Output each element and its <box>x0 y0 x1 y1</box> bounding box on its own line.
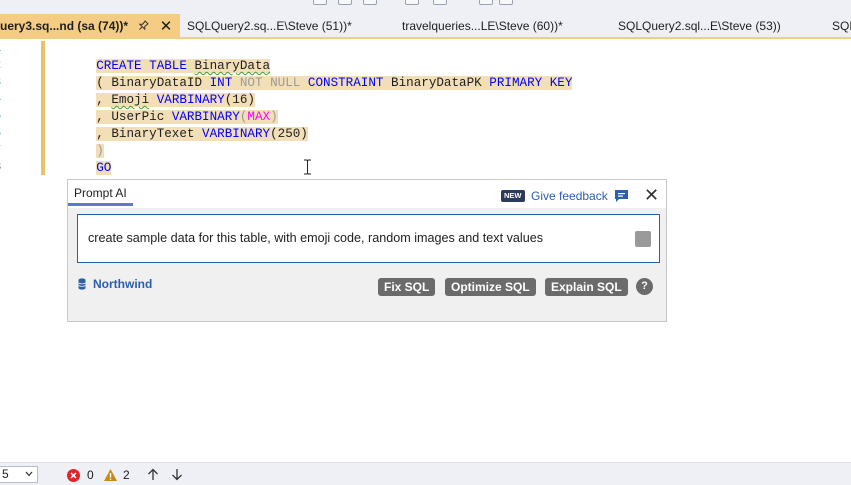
tab-label: SQLQuery2.sql...E\Steve (53)) <box>618 19 781 33</box>
feedback-icon[interactable] <box>614 189 629 203</box>
help-icon[interactable]: ? <box>636 278 653 295</box>
warning-icon[interactable] <box>103 468 118 482</box>
arrow-up-icon[interactable] <box>147 468 159 481</box>
tab-sqlquery2-51[interactable]: SQLQuery2.sq...E\Steve (51))* <box>187 14 387 39</box>
keyword: VARBINARY <box>202 127 271 141</box>
tab-label: SQLQuery2.sq...E\Steve (51))* <box>187 19 352 33</box>
code-line-6[interactable]: ) <box>66 126 104 158</box>
toolbar-strip <box>0 0 851 14</box>
code-text: BinaryDataPK <box>383 76 490 90</box>
tab-label: SQL <box>832 19 851 33</box>
line-number-current: 8 <box>0 160 4 174</box>
status-bar: 5 0 2 <box>0 462 851 485</box>
change-marker-bar <box>41 41 45 175</box>
line-number: 1 <box>0 41 4 55</box>
prompt-ai-panel: Prompt AI NEW Give feedback ✕ create sam… <box>67 179 667 322</box>
tab-label: uery3.sq...nd (sa (74))* <box>0 19 129 33</box>
tab-sqlquery2-53[interactable]: SQLQuery2.sql...E\Steve (53)) <box>618 14 818 39</box>
keyword: CONSTRAINT <box>307 76 384 90</box>
new-badge: NEW <box>501 190 525 202</box>
tab-active-query[interactable]: uery3.sq...nd (sa (74))* ✕ <box>0 14 180 39</box>
error-icon[interactable] <box>67 469 80 482</box>
text-cursor-icon <box>304 159 311 175</box>
warning-count: 2 <box>123 468 130 482</box>
line-number: 5 <box>0 109 4 123</box>
toolbar-button[interactable] <box>405 0 419 5</box>
toolbar-button[interactable] <box>313 0 327 5</box>
code-line-7[interactable]: GO <box>66 143 112 175</box>
prompt-ai-header: Prompt AI NEW Give feedback ✕ <box>68 180 666 207</box>
toolbar-button[interactable] <box>499 0 513 5</box>
arrow-down-icon[interactable] <box>171 468 183 481</box>
prompt-input[interactable]: create sample data for this table, with … <box>77 214 660 263</box>
stop-icon[interactable] <box>635 231 651 247</box>
zoom-value: 5 <box>2 467 9 481</box>
document-tab-bar: uery3.sq...nd (sa (74))* ✕ SQLQuery2.sq.… <box>0 14 851 39</box>
pin-icon[interactable] <box>136 14 150 39</box>
chevron-down-icon <box>25 471 33 477</box>
tab-travelqueries[interactable]: travelqueries...LE\Steve (60))* <box>402 14 602 39</box>
prompt-input-text: create sample data for this table, with … <box>88 231 544 245</box>
zoom-dropdown[interactable]: 5 <box>0 466 38 483</box>
code-line-2[interactable]: ( BinaryDataID INT NOT NULL CONSTRAINT B… <box>66 58 573 90</box>
toolbar-button[interactable] <box>479 0 493 5</box>
toolbar-button[interactable] <box>433 0 447 5</box>
keyword: GO <box>96 161 112 175</box>
keyword: PRIMARY KEY <box>489 76 573 90</box>
explain-sql-button[interactable]: Explain SQL <box>545 278 628 296</box>
line-number: 7 <box>0 143 4 157</box>
tab-label: travelqueries...LE\Steve (60))* <box>402 19 563 33</box>
fix-sql-button[interactable]: Fix SQL <box>378 278 436 296</box>
toolbar-button[interactable] <box>338 0 352 5</box>
line-number: 4 <box>0 92 4 106</box>
give-feedback-link[interactable]: Give feedback <box>531 186 608 206</box>
line-number: 2 <box>0 58 4 72</box>
code-text: , BinaryTexet <box>96 127 203 141</box>
close-icon[interactable]: ✕ <box>159 14 173 39</box>
tab-sql-overflow[interactable]: SQL <box>832 14 851 39</box>
toolbar-button[interactable] <box>363 0 377 5</box>
database-selector[interactable]: Northwind <box>93 276 152 292</box>
line-number: 3 <box>0 75 4 89</box>
optimize-sql-button[interactable]: Optimize SQL <box>445 278 536 296</box>
line-number: 6 <box>0 126 4 140</box>
code-line-5[interactable]: , BinaryTexet VARBINARY(250) <box>66 109 308 141</box>
code-line-3[interactable]: , Emoji VARBINARY(16) <box>66 75 255 107</box>
code-text: (250) <box>270 127 308 141</box>
error-count: 0 <box>87 468 94 482</box>
tab-prompt-ai[interactable]: Prompt AI <box>68 180 133 206</box>
code-line-4[interactable]: , UserPic VARBINARY(MAX) <box>66 92 278 124</box>
code-line-1[interactable]: CREATE TABLE BinaryData <box>66 41 271 73</box>
close-icon[interactable]: ✕ <box>644 184 659 206</box>
database-icon <box>78 278 86 290</box>
prompt-ai-body: create sample data for this table, with … <box>68 208 666 321</box>
